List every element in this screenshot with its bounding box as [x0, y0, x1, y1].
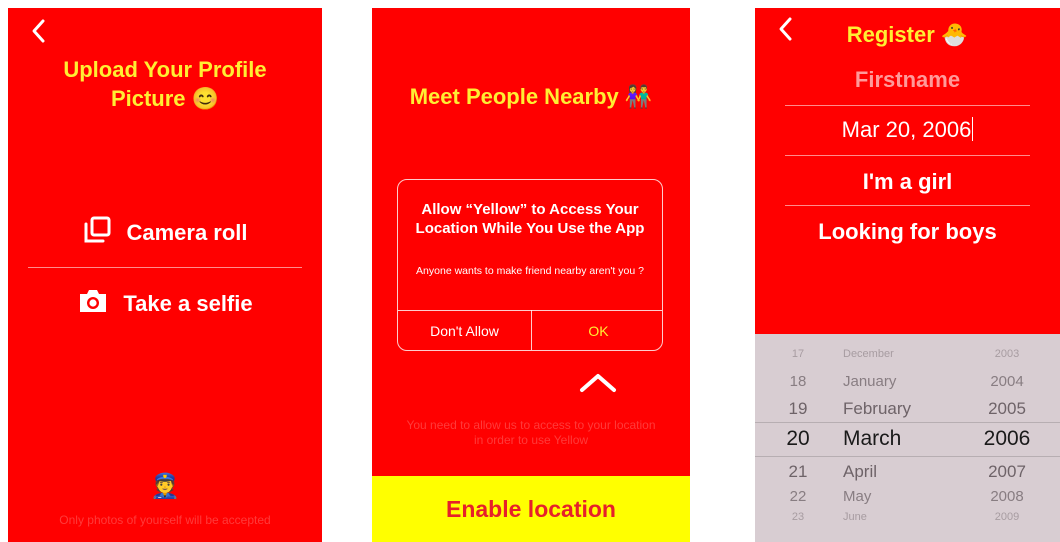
title-line-2: Picture 😊	[110, 86, 220, 111]
camera-roll-button[interactable]: Camera roll	[8, 216, 322, 250]
field-divider	[785, 105, 1030, 106]
picker-month[interactable]: May	[843, 484, 953, 510]
picker-row: 18 January 2004	[755, 369, 1060, 395]
picker-row: 21 April 2007	[755, 459, 1060, 485]
register-screen: Register 🐣 Firstname Mar 20, 2006 I'm a …	[755, 8, 1060, 542]
picker-day[interactable]: 20	[783, 425, 813, 453]
photo-stack-icon	[82, 215, 112, 251]
picker-row: 22 May 2008	[755, 484, 1060, 510]
picker-row: 23 June 2009	[755, 510, 1060, 524]
picker-year[interactable]: 2007	[977, 459, 1037, 485]
dialog-message: Anyone wants to make friend nearby aren'…	[416, 265, 644, 277]
page-title: Upload Your Profile Picture 😊	[8, 55, 322, 113]
field-divider	[785, 155, 1030, 156]
enable-location-label: Enable location	[446, 495, 616, 522]
page-title: Meet People Nearby 👫	[409, 84, 653, 109]
title-line-1: Upload Your Profile	[63, 57, 267, 82]
dialog-title: Allow “Yellow” to Access Your Location W…	[415, 201, 645, 237]
picker-month[interactable]: February	[843, 396, 953, 422]
picker-month[interactable]: March	[843, 425, 953, 453]
picker-day[interactable]: 18	[783, 369, 813, 395]
picker-month[interactable]: December	[843, 347, 953, 361]
location-hint: You need to allow us to access to your l…	[406, 418, 656, 447]
camera-icon	[77, 288, 109, 320]
date-picker[interactable]: 17 December 2003 18 January 2004 19 Febr…	[755, 334, 1060, 542]
picker-day[interactable]: 22	[783, 484, 813, 510]
picker-year[interactable]: 2006	[977, 425, 1037, 453]
picker-year[interactable]: 2004	[977, 369, 1037, 395]
picker-year[interactable]: 2003	[977, 347, 1037, 361]
picker-month[interactable]: April	[843, 459, 953, 485]
profile-picture-screen: Upload Your Profile Picture 😊 Camera rol…	[8, 8, 322, 542]
picker-row: 19 February 2005	[755, 396, 1060, 422]
field-divider	[785, 205, 1030, 206]
back-button[interactable]	[26, 18, 52, 44]
picker-year[interactable]: 2009	[977, 510, 1037, 524]
options-divider	[28, 267, 302, 268]
picker-selection-line	[755, 422, 1060, 423]
take-selfie-button[interactable]: Take a selfie	[8, 287, 322, 321]
birthdate-input[interactable]: Mar 20, 2006	[755, 116, 1060, 144]
location-screen: Meet People Nearby 👫 Allow “Yellow” to A…	[372, 8, 690, 542]
picker-day[interactable]: 19	[783, 396, 813, 422]
picker-day[interactable]: 17	[783, 347, 813, 361]
picker-month[interactable]: January	[843, 369, 953, 395]
take-selfie-label: Take a selfie	[123, 291, 253, 316]
picker-month[interactable]: June	[843, 510, 953, 524]
picker-year[interactable]: 2008	[977, 484, 1037, 510]
looking-for-select[interactable]: Looking for boys	[755, 218, 1060, 246]
police-emoji: 👮	[150, 473, 180, 500]
picker-row-selected: 20 March 2006	[755, 425, 1060, 453]
footer-note: Only photos of yourself will be accepted	[59, 513, 271, 527]
gender-select[interactable]: I'm a girl	[755, 168, 1060, 196]
page-title: Register 🐣	[846, 22, 969, 47]
picker-selection-line	[755, 456, 1060, 457]
chevron-left-icon	[32, 19, 45, 43]
firstname-input[interactable]: Firstname	[755, 66, 1060, 94]
dont-allow-button[interactable]: Don't Allow	[398, 311, 531, 350]
picker-day[interactable]: 21	[783, 459, 813, 485]
ok-button[interactable]: OK	[532, 311, 665, 350]
birthdate-value: Mar 20, 2006	[841, 117, 972, 142]
picker-year[interactable]: 2005	[977, 396, 1037, 422]
picker-day[interactable]: 23	[783, 510, 813, 524]
enable-location-button[interactable]: Enable location	[372, 476, 690, 542]
text-cursor	[972, 117, 974, 141]
location-permission-dialog: Allow “Yellow” to Access Your Location W…	[397, 179, 663, 351]
picker-row: 17 December 2003	[755, 347, 1060, 361]
chevron-up-icon[interactable]	[576, 368, 620, 396]
camera-roll-label: Camera roll	[126, 220, 248, 245]
